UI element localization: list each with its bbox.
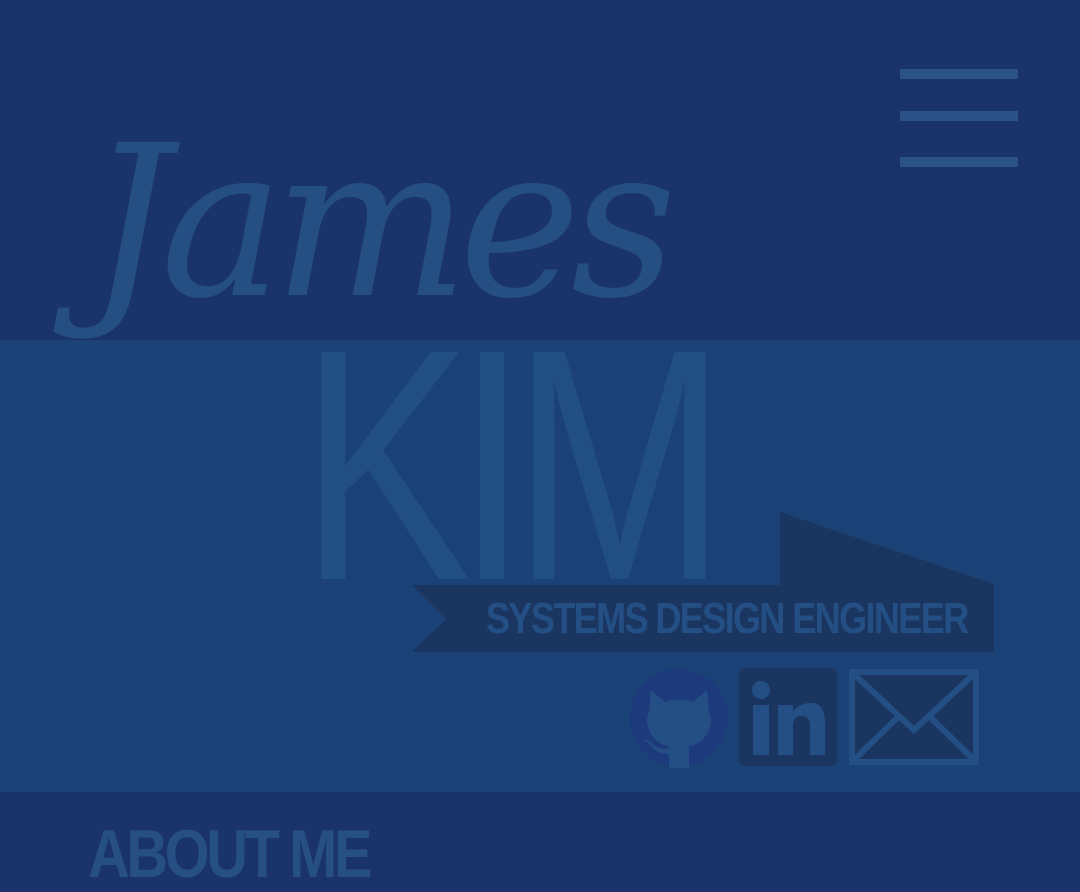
role-title: SYSTEMS DESIGN ENGINEER [486, 594, 969, 643]
last-name-heading: KIM [300, 280, 726, 649]
linkedin-link[interactable] [739, 668, 837, 768]
envelope-icon [849, 669, 979, 765]
github-link[interactable] [629, 668, 729, 768]
email-link[interactable] [849, 668, 979, 768]
about-heading: ABOUT ME [88, 816, 372, 892]
linkedin-icon [739, 668, 837, 766]
github-icon [630, 669, 728, 768]
